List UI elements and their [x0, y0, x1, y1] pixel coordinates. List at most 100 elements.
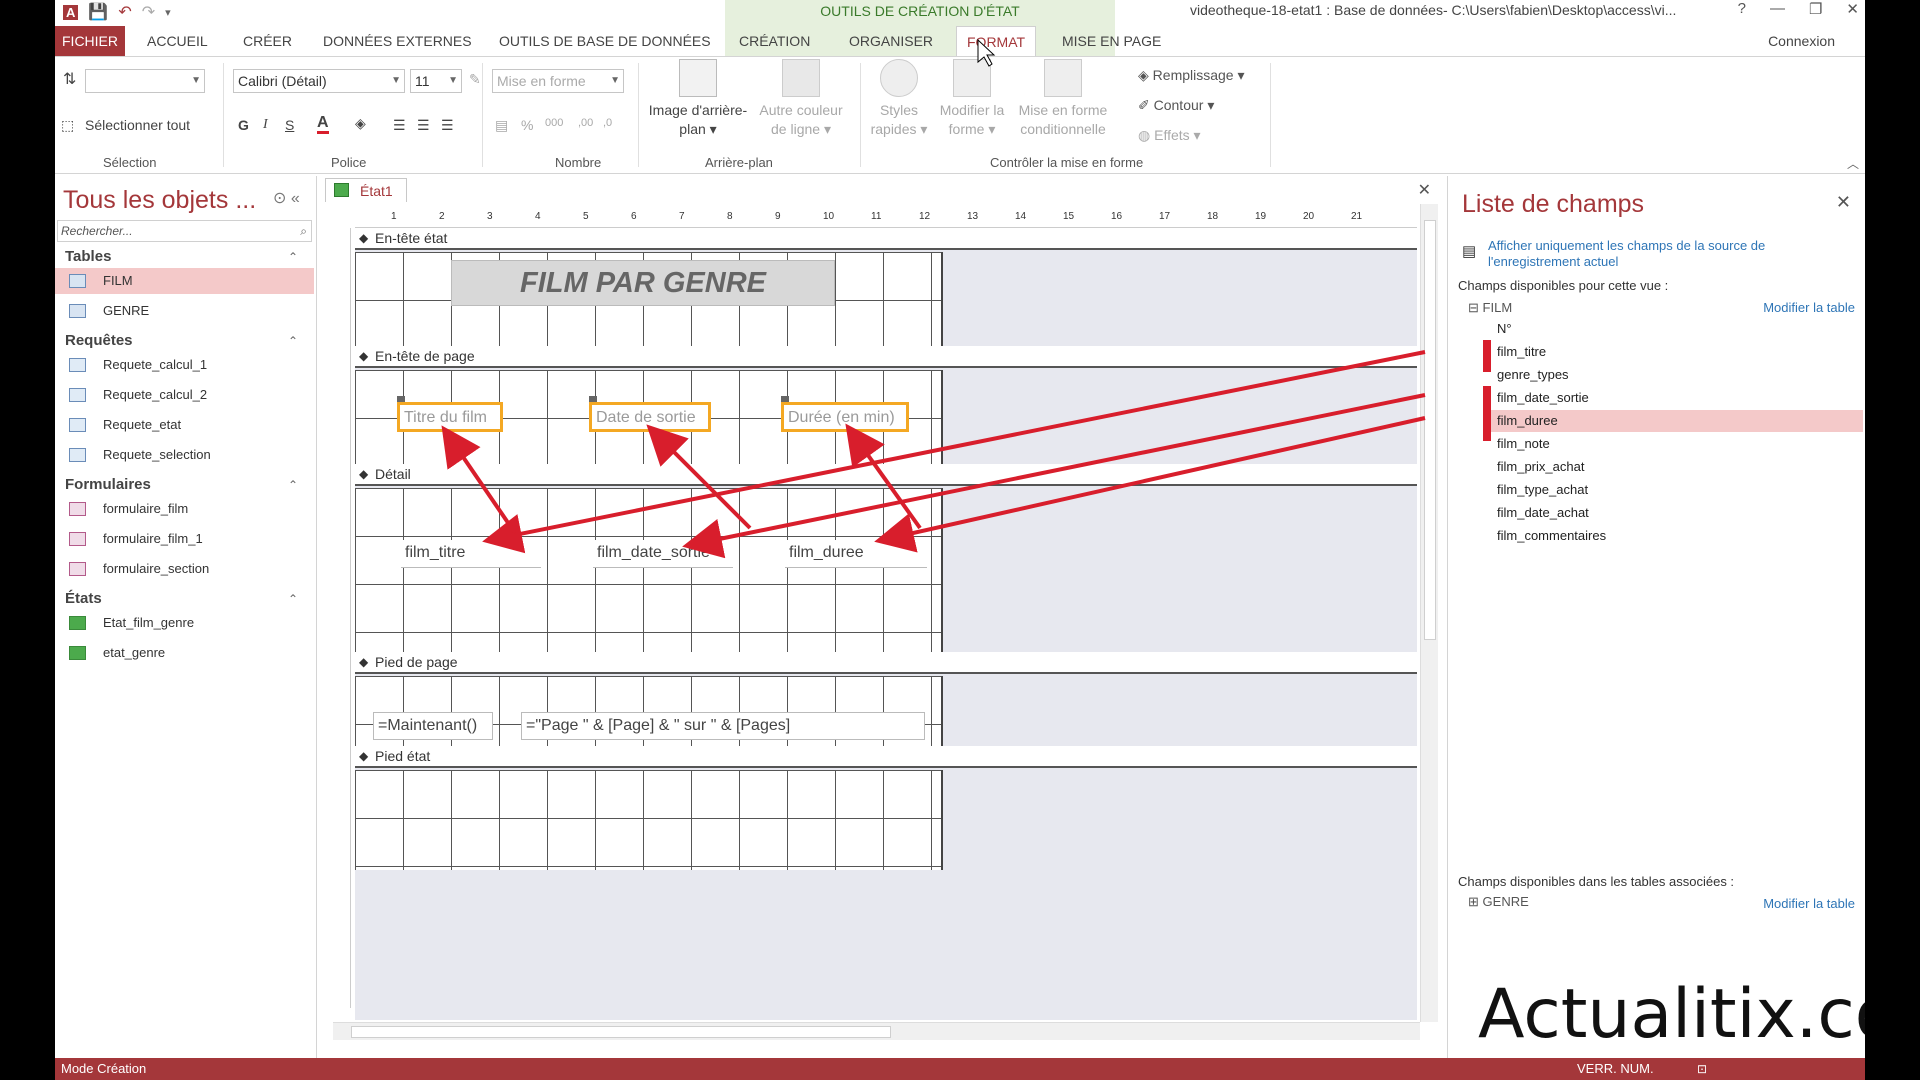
field-item[interactable]: film_prix_achat — [1483, 456, 1863, 478]
currency-icon[interactable]: ▤ — [495, 117, 508, 134]
header-label-duree[interactable]: Durée (en min) — [781, 402, 909, 432]
field-item[interactable]: genre_types — [1483, 364, 1863, 386]
close-document-icon[interactable]: ✕ — [1418, 180, 1431, 200]
nav-item-query[interactable]: Requete_selection — [55, 442, 314, 468]
restore-button[interactable]: ❐ — [1809, 0, 1822, 18]
field-item-film-titre[interactable]: film_titre — [1483, 340, 1863, 372]
tab-creation[interactable]: CRÉATION — [739, 26, 810, 56]
font-color-icon[interactable]: A — [317, 115, 329, 134]
collapse-ribbon-icon[interactable]: ︿ — [1847, 155, 1859, 172]
tab-format[interactable]: FORMAT — [956, 26, 1037, 56]
chevron-up-icon[interactable]: ⌃ — [288, 478, 298, 492]
section-bar-report-header[interactable]: ◆ En-tête état — [355, 228, 1417, 250]
chevron-up-icon[interactable]: ⌃ — [288, 250, 298, 264]
tab-donnees-externes[interactable]: DONNÉES EXTERNES — [323, 26, 472, 56]
alt-row-color-button[interactable]: Autre couleur de ligne ▾ — [751, 59, 851, 139]
fill-button[interactable]: ◈ Remplissage ▾ — [1138, 67, 1245, 84]
field-item[interactable]: film_note — [1483, 433, 1863, 455]
redo-icon[interactable]: ↷ — [142, 2, 155, 22]
field-item[interactable]: film_type_achat — [1483, 479, 1863, 501]
tab-fichier[interactable]: FICHIER — [55, 26, 125, 56]
italic-button[interactable]: I — [263, 117, 268, 133]
field-item[interactable]: film_commentaires — [1483, 525, 1863, 547]
section-bar-report-footer[interactable]: ◆ Pied état — [355, 746, 1417, 768]
section-bar-page-header[interactable]: ◆ En-tête de page — [355, 346, 1417, 368]
connexion-link[interactable]: Connexion — [1768, 26, 1835, 56]
vertical-scrollbar[interactable] — [1420, 204, 1438, 1022]
minimize-button[interactable]: — — [1770, 0, 1785, 18]
nav-category-requetes[interactable]: Requêtes — [65, 332, 133, 349]
document-tab-etat1[interactable]: État1 — [325, 178, 407, 202]
footer-now-field[interactable]: =Maintenant() — [373, 712, 493, 740]
section-bar-detail[interactable]: ◆ Détail — [355, 464, 1417, 486]
nav-pane-title[interactable]: Tous les objets ... — [63, 186, 256, 215]
header-label-date[interactable]: Date de sortie — [589, 402, 711, 432]
section-bar-page-footer[interactable]: ◆ Pied de page — [355, 652, 1417, 674]
modify-table-link-2[interactable]: Modifier la table — [1763, 896, 1855, 911]
design-view-icon[interactable]: ⊡ — [1697, 1058, 1707, 1080]
nav-category-formulaires[interactable]: Formulaires — [65, 476, 151, 493]
horizontal-scrollbar[interactable] — [333, 1022, 1420, 1040]
font-size-combo[interactable]: 11 ▼ — [410, 69, 462, 93]
detail-field-titre[interactable]: film_titre — [401, 540, 541, 568]
change-shape-button[interactable]: Modifier la forme ▾ — [935, 59, 1009, 139]
report-title-label[interactable]: FILM PAR GENRE — [451, 260, 835, 306]
nav-category-etats[interactable]: États — [65, 590, 102, 607]
conditional-format-button[interactable]: Mise en forme conditionnelle — [1011, 59, 1115, 139]
decrease-decimals-button[interactable]: ,0 — [603, 117, 612, 129]
help-button[interactable]: ? — [1738, 0, 1746, 18]
close-button[interactable]: ✕ — [1846, 0, 1859, 18]
save-icon[interactable]: 💾 — [88, 2, 108, 22]
tab-creer[interactable]: CRÉER — [243, 26, 292, 56]
nav-item-query[interactable]: Requete_etat — [55, 412, 314, 438]
show-only-source-link[interactable]: Afficher uniquement les champs de la sou… — [1488, 238, 1818, 270]
increase-decimals-button[interactable]: ,00 — [578, 117, 593, 129]
table-node-film[interactable]: ⊟ FILM — [1468, 300, 1512, 316]
outline-button[interactable]: ✐ Contour ▾ — [1138, 97, 1214, 114]
select-all-button[interactable]: Sélectionner tout — [85, 117, 190, 133]
nav-item-form[interactable]: formulaire_section — [55, 556, 314, 582]
align-right-icon[interactable]: ☰ — [441, 117, 454, 134]
nav-item-query[interactable]: Requete_calcul_1 — [55, 352, 314, 378]
nav-item-form[interactable]: formulaire_film_1 — [55, 526, 314, 552]
chevron-up-icon[interactable]: ⌃ — [288, 592, 298, 606]
footer-pages-field[interactable]: ="Page " & [Page] & " sur " & [Pages] — [521, 712, 925, 740]
effects-button[interactable]: ◍ Effets ▾ — [1138, 127, 1201, 144]
tab-accueil[interactable]: ACCUEIL — [147, 26, 208, 56]
field-item-film-date-sortie[interactable]: film_date_sortie — [1483, 386, 1863, 418]
chevron-up-icon[interactable]: ⌃ — [288, 334, 298, 348]
nav-pane-menu-icon[interactable]: ⊙ « — [273, 188, 300, 208]
nav-item-report[interactable]: Etat_film_genre — [55, 610, 314, 636]
underline-button[interactable]: S — [285, 117, 294, 133]
nav-item-table-genre[interactable]: GENRE — [55, 298, 314, 324]
collapse-icon[interactable]: ⊟ — [1468, 300, 1479, 315]
nav-search-input[interactable]: Rechercher... ⌕ — [57, 220, 312, 242]
object-selector-combo[interactable]: ▼ — [85, 69, 205, 93]
nav-item-table-film[interactable]: FILM — [55, 268, 314, 294]
percent-button[interactable]: % — [521, 117, 533, 133]
background-image-button[interactable]: Image d'arrière-plan ▾ — [645, 59, 751, 139]
field-item[interactable]: film_date_achat — [1483, 502, 1863, 524]
expand-icon[interactable]: ⊞ — [1468, 894, 1479, 909]
header-label-titre[interactable]: Titre du film — [397, 402, 503, 432]
field-item[interactable]: N° — [1483, 318, 1863, 340]
detail-field-duree[interactable]: film_duree — [785, 540, 927, 568]
detail-field-date-sortie[interactable]: film_date_sortie — [593, 540, 733, 568]
number-format-combo[interactable]: Mise en forme ▼ — [492, 69, 624, 93]
customize-qat-icon[interactable]: ▾ — [165, 6, 171, 19]
field-item-film-duree[interactable]: film_duree — [1483, 409, 1863, 441]
fill-color-icon[interactable]: ◈ — [355, 115, 366, 132]
undo-icon[interactable]: ↶ — [118, 2, 131, 22]
nav-item-query[interactable]: Requete_calcul_2 — [55, 382, 314, 408]
scroll-thumb[interactable] — [1424, 220, 1436, 640]
scroll-thumb[interactable] — [351, 1026, 891, 1038]
align-left-icon[interactable]: ☰ — [393, 117, 406, 134]
table-node-genre[interactable]: ⊞ GENRE — [1468, 894, 1529, 910]
modify-table-link[interactable]: Modifier la table — [1763, 300, 1855, 315]
search-icon[interactable]: ⌕ — [300, 221, 307, 241]
tab-mise-en-page[interactable]: MISE EN PAGE — [1062, 26, 1161, 56]
quick-styles-button[interactable]: Styles rapides ▾ — [867, 59, 931, 139]
align-center-icon[interactable]: ☰ — [417, 117, 430, 134]
nav-item-form[interactable]: formulaire_film — [55, 496, 314, 522]
bold-button[interactable]: G — [238, 117, 249, 133]
